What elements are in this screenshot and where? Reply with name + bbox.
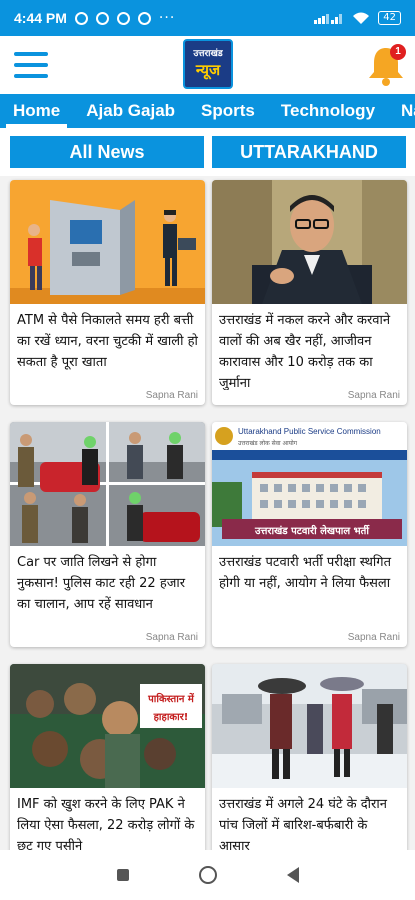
tab-ajab-gajab[interactable]: Ajab Gajab: [73, 94, 188, 128]
news-headline[interactable]: Car पर जाति लिखने से होगा नुकसान! पुलिस …: [10, 546, 205, 632]
system-nav-bar: [0, 850, 415, 900]
ukpsc-sub-text: उत्तराखंड लोक सेवा आयोग: [238, 439, 298, 447]
logo-line-2: न्यूज: [195, 61, 221, 79]
uttarakhand-button[interactable]: UTTARAKHAND: [212, 136, 406, 168]
pakistan-protest-image: पाकिस्तान में हाहाकार!: [10, 664, 205, 788]
news-headline[interactable]: ATM से पैसे निकालते समय हरी बत्ती का रखे…: [10, 304, 205, 390]
news-headline[interactable]: उत्तराखंड पटवारी भर्ती परीक्षा स्थगित हो…: [212, 546, 407, 632]
news-card[interactable]: पाकिस्तान में हाहाकार! IMF को खुश करने क…: [10, 664, 205, 850]
category-tabs: Home Ajab Gajab Sports Technology Nation: [0, 94, 415, 128]
app-logo[interactable]: उत्तराखंड न्यूज: [183, 39, 233, 89]
tab-nation[interactable]: Nation: [388, 94, 415, 128]
more-notifications-icon: ···: [158, 10, 176, 26]
wifi-icon: [353, 12, 370, 24]
all-news-button[interactable]: All News: [10, 136, 204, 168]
logo-line-1: उत्तराखंड: [193, 49, 223, 59]
status-bar: 4:44 PM ··· 42: [0, 0, 415, 36]
status-time: 4:44 PM: [14, 10, 67, 26]
snowfall-people-image: [212, 664, 407, 788]
app-notification-icon-3: [137, 11, 151, 25]
tab-home[interactable]: Home: [0, 94, 73, 128]
news-card[interactable]: उत्तराखंड में अगले 24 घंटे के दौरान पांच…: [212, 664, 407, 850]
tab-sports[interactable]: Sports: [188, 94, 268, 128]
tab-technology[interactable]: Technology: [268, 94, 388, 128]
alarm-icon: [74, 11, 88, 25]
app-notification-icon-2: [116, 11, 130, 25]
notification-bell-icon[interactable]: 1: [366, 44, 406, 86]
back-icon[interactable]: [286, 867, 299, 883]
news-card[interactable]: उत्तराखंड में नकल करने और करवाने वालों क…: [212, 180, 407, 405]
news-headline[interactable]: उत्तराखंड में अगले 24 घंटे के दौरान पांच…: [212, 788, 407, 850]
pak-overlay-line-1: पाकिस्तान में: [147, 692, 195, 705]
news-headline[interactable]: उत्तराखंड में नकल करने और करवाने वालों क…: [212, 304, 407, 390]
ukpsc-building-image: Uttarakhand Public Service Commission उत…: [212, 422, 407, 546]
patwari-overlay-text: उत्तराखंड पटवारी लेखपाल भर्ती: [254, 524, 370, 537]
police-checking-cars-image: [10, 422, 205, 546]
home-icon[interactable]: [198, 866, 217, 884]
news-card[interactable]: ATM से पैसे निकालते समय हरी बत्ती का रखे…: [10, 180, 205, 405]
news-feed[interactable]: ATM से पैसे निकालते समय हरी बत्ती का रखे…: [0, 176, 415, 850]
app-header: उत्तराखंड न्यूज 1: [0, 36, 415, 94]
news-headline[interactable]: IMF को खुश करने के लिए PAK ने लिया ऐसा फ…: [10, 788, 205, 850]
news-author: Sapna Rani: [145, 632, 198, 643]
news-author: Sapna Rani: [347, 632, 400, 643]
news-card[interactable]: Car पर जाति लिखने से होगा नुकसान! पुलिस …: [10, 422, 205, 647]
atm-illustration-image: [10, 180, 205, 304]
battery-icon: 42: [378, 11, 401, 25]
menu-icon[interactable]: [14, 52, 48, 78]
signal-icon: [314, 14, 343, 24]
notification-count-badge: 1: [390, 44, 406, 60]
app-notification-icon: [95, 11, 109, 25]
news-author: Sapna Rani: [145, 390, 198, 401]
recent-apps-icon[interactable]: [116, 869, 129, 881]
news-card[interactable]: Uttarakhand Public Service Commission उत…: [212, 422, 407, 647]
pak-overlay-line-2: हाहाकार!: [153, 712, 189, 723]
news-author: Sapna Rani: [347, 390, 400, 401]
politician-portrait-image: [212, 180, 407, 304]
section-buttons: All News UTTARAKHAND: [0, 136, 415, 168]
ukpsc-banner-text: Uttarakhand Public Service Commission: [238, 427, 381, 436]
